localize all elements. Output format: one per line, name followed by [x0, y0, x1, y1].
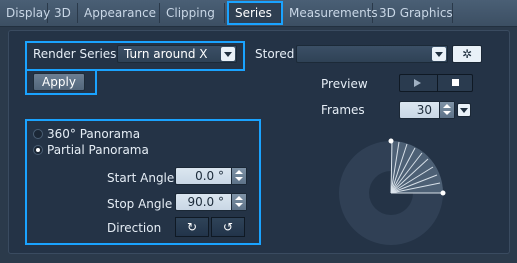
panorama-360-label: 360° Panorama [47, 127, 141, 141]
tab-appearance[interactable]: Appearance [78, 3, 160, 23]
frames-value: 30 [416, 103, 432, 117]
direction-label: Direction [107, 221, 162, 235]
play-button[interactable] [400, 75, 436, 91]
apply-button[interactable]: Apply [33, 73, 85, 91]
frames-stepper[interactable] [439, 102, 454, 118]
frames-label: Frames [321, 103, 365, 117]
tab-bar: Display 3D Appearance Clipping Series Me… [0, 0, 517, 27]
start-angle-value: 0.0 ° [195, 169, 224, 183]
tab-series[interactable]: Series [227, 1, 283, 25]
stored-label: Stored [255, 47, 295, 61]
stop-angle-input[interactable]: 90.0 ° [175, 193, 247, 211]
render-series-value: Turn around X [124, 47, 208, 61]
rotate-clockwise-icon: ↻ [186, 220, 198, 234]
stop-button[interactable] [437, 75, 474, 91]
rotate-counterclockwise-icon: ↺ [222, 220, 234, 234]
tab-measurements[interactable]: Measurements [283, 3, 378, 23]
tab-display[interactable]: Display [0, 3, 50, 23]
render-series-label: Render Series [33, 47, 117, 61]
panorama-360-radio[interactable] [33, 129, 43, 139]
panorama-preview-dial [339, 138, 446, 245]
sector-end-handle[interactable] [440, 190, 446, 196]
tab-3d[interactable]: 3D [48, 3, 78, 23]
stop-angle-value: 90.0 ° [187, 195, 224, 209]
chevron-down-icon [221, 47, 235, 61]
series-settings-window: Display 3D Appearance Clipping Series Me… [0, 0, 517, 260]
stored-combo[interactable] [296, 45, 448, 63]
frames-dropdown-button[interactable] [457, 103, 471, 117]
gear-menu-button[interactable]: ✲ [452, 45, 482, 63]
gear-icon: ✲ [461, 47, 473, 61]
tab-3d-graphics[interactable]: 3D Graphics [373, 3, 453, 23]
stop-angle-stepper[interactable] [231, 194, 246, 210]
direction-clockwise-button[interactable]: ↻ [175, 217, 209, 237]
frames-input[interactable]: 30 [399, 101, 455, 119]
stop-angle-label: Stop Angle [107, 197, 173, 211]
chevron-down-icon [432, 47, 446, 61]
direction-counterclockwise-button[interactable]: ↺ [211, 217, 245, 237]
preview-controls [399, 74, 473, 92]
partial-panorama-label: Partial Panorama [47, 143, 149, 157]
partial-panorama-radio[interactable] [33, 145, 43, 155]
tab-clipping[interactable]: Clipping [160, 3, 225, 23]
start-angle-stepper[interactable] [231, 168, 246, 184]
series-panel: Render Series Turn around X Stored ✲ App… [8, 30, 510, 254]
start-angle-label: Start Angle [107, 171, 175, 185]
render-series-combo[interactable]: Turn around X [117, 45, 237, 63]
preview-label: Preview [321, 77, 368, 91]
sector-start-handle[interactable] [388, 138, 394, 144]
start-angle-input[interactable]: 0.0 ° [175, 167, 247, 185]
